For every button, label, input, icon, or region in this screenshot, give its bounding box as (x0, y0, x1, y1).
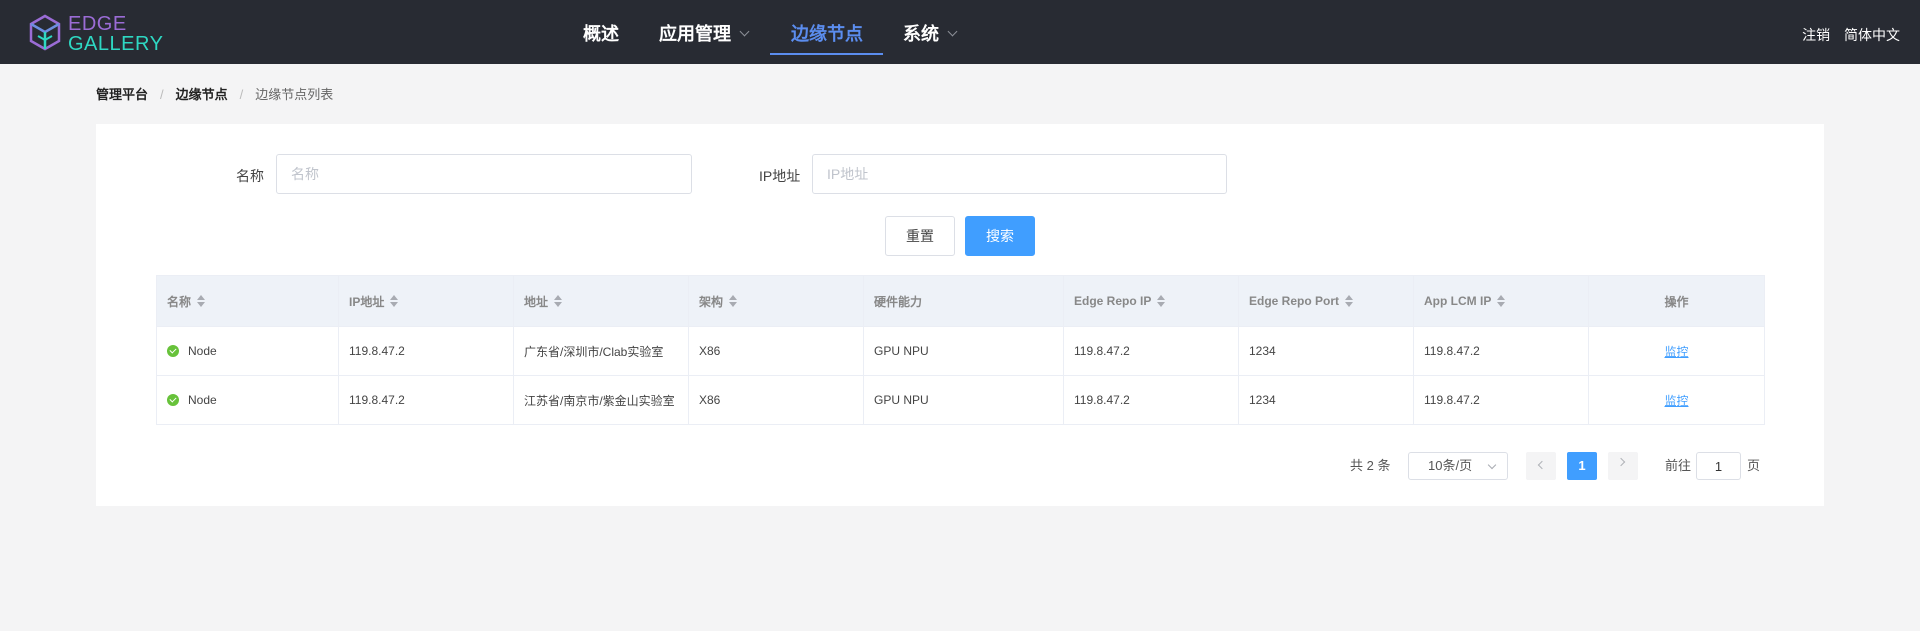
chevron-down-icon (739, 26, 750, 37)
cell-repo-ip: 119.8.47.2 (1064, 376, 1239, 424)
column-header-label: App LCM IP (1424, 294, 1492, 308)
cell-ip: 119.8.47.2 (339, 327, 514, 375)
chevron-down-icon (947, 26, 958, 37)
sort-icon[interactable] (729, 295, 738, 307)
cell-ip: 119.8.47.2 (339, 376, 514, 424)
cell-repo-port: 1234 (1239, 376, 1414, 424)
column-header-label: IP地址 (349, 294, 385, 309)
ip-filter-label: IP地址 (759, 168, 801, 184)
content-card: 名称 IP地址 重置 搜索 名称 IP地址 地址 架构 硬件能力 Edge Re… (96, 124, 1824, 506)
name-filter-input[interactable] (276, 154, 692, 194)
nav-edge-nodes-label: 边缘节点 (791, 24, 863, 44)
column-header-ip[interactable]: IP地址 (339, 276, 514, 326)
cell-arch: X86 (689, 376, 864, 424)
cell-hardware: GPU NPU (864, 327, 1064, 375)
column-header-lcm-ip[interactable]: App LCM IP (1414, 276, 1589, 326)
breadcrumb-separator: / (160, 87, 164, 102)
nav-system[interactable]: 系统 (903, 0, 958, 64)
status-online-icon (167, 345, 179, 357)
column-header-address[interactable]: 地址 (514, 276, 689, 326)
nav-app-management-label: 应用管理 (659, 24, 731, 44)
top-right-actions: 注销 简体中文 (1792, 0, 1900, 64)
reset-button[interactable]: 重置 (885, 216, 955, 256)
column-header-name[interactable]: 名称 (157, 276, 339, 326)
sort-icon[interactable] (197, 295, 206, 307)
cell-lcm-ip: 119.8.47.2 (1414, 376, 1589, 424)
node-name: Node (188, 344, 217, 358)
status-online-icon (167, 394, 179, 406)
page-size-select[interactable]: 10条/页 (1408, 452, 1508, 480)
search-button[interactable]: 搜索 (965, 216, 1035, 256)
column-header-hardware: 硬件能力 (864, 276, 1064, 326)
column-header-label: 地址 (524, 294, 549, 309)
nav-overview-label: 概述 (583, 24, 619, 44)
nav-app-management[interactable]: 应用管理 (659, 0, 750, 64)
column-header-label: 操作 (1664, 294, 1689, 309)
active-nav-indicator (770, 53, 883, 55)
column-header-actions: 操作 (1589, 276, 1765, 326)
language-switch[interactable]: 简体中文 (1844, 27, 1900, 43)
column-header-label: 名称 (167, 294, 192, 309)
sort-icon[interactable] (390, 295, 399, 307)
monitor-link[interactable]: 监控 (1664, 343, 1688, 360)
next-page-button[interactable] (1608, 452, 1638, 480)
table-row: Node 119.8.47.2 江苏省/南京市/紫金山实验室 X86 GPU N… (157, 376, 1765, 425)
goto-prefix: 前往 (1665, 458, 1692, 473)
table-row: Node 119.8.47.2 广东省/深圳市/Clab实验室 X86 GPU … (157, 327, 1765, 376)
column-header-label: Edge Repo IP (1074, 294, 1152, 308)
column-header-label: 架构 (699, 294, 724, 309)
nav-system-label: 系统 (903, 24, 939, 44)
page-size-value: 10条/页 (1428, 458, 1473, 473)
monitor-link[interactable]: 监控 (1664, 392, 1688, 409)
nav-overview[interactable]: 概述 (583, 0, 619, 64)
cell-hardware: GPU NPU (864, 376, 1064, 424)
breadcrumb-separator: / (239, 87, 244, 102)
column-header-repo-ip[interactable]: Edge Repo IP (1064, 276, 1239, 326)
page-number-1[interactable]: 1 (1567, 452, 1597, 480)
chevron-right-icon (1616, 457, 1626, 467)
cell-address: 江苏省/南京市/紫金山实验室 (514, 376, 689, 424)
sort-icon[interactable] (1345, 295, 1354, 307)
cell-actions: 监控 (1589, 376, 1765, 424)
logout-link[interactable]: 注销 (1802, 27, 1830, 43)
cell-actions: 监控 (1589, 327, 1765, 375)
edge-node-table: 名称 IP地址 地址 架构 硬件能力 Edge Repo IP Edge Rep… (156, 275, 1765, 425)
column-header-repo-port[interactable]: Edge Repo Port (1239, 276, 1414, 326)
cell-arch: X86 (689, 327, 864, 375)
cell-address: 广东省/深圳市/Clab实验室 (514, 327, 689, 375)
sort-icon[interactable] (1157, 295, 1166, 307)
top-navigation-bar: EDGE GALLERY 概述 应用管理 边缘节点 系统 注销 简体中文 (0, 0, 1920, 64)
goto-page-input[interactable] (1696, 452, 1741, 480)
column-header-label: 硬件能力 (874, 294, 923, 309)
sort-icon[interactable] (554, 295, 563, 307)
chevron-left-icon (1537, 460, 1547, 470)
table-header-row: 名称 IP地址 地址 架构 硬件能力 Edge Repo IP Edge Rep… (157, 276, 1765, 327)
brand-line-2: GALLERY (68, 33, 164, 55)
prev-page-button[interactable] (1526, 452, 1556, 480)
edgegallery-logo[interactable]: EDGE GALLERY (28, 13, 178, 55)
node-name: Node (188, 393, 217, 407)
brand-line-1: EDGE (68, 13, 127, 35)
ip-filter-input[interactable] (812, 154, 1227, 194)
cube-logo-icon (29, 14, 61, 51)
name-filter-label: 名称 (236, 168, 264, 184)
pagination-total: 共 2 条 (1350, 458, 1391, 473)
goto-suffix: 页 (1747, 458, 1761, 473)
breadcrumb-item-platform[interactable]: 管理平台 (96, 87, 148, 102)
breadcrumb: 管理平台 / 边缘节点 / 边缘节点列表 (96, 84, 333, 103)
column-header-arch[interactable]: 架构 (689, 276, 864, 326)
chevron-down-icon (1487, 460, 1497, 470)
cell-name: Node (157, 327, 339, 375)
cell-name: Node (157, 376, 339, 424)
cell-repo-ip: 119.8.47.2 (1064, 327, 1239, 375)
cell-lcm-ip: 119.8.47.2 (1414, 327, 1589, 375)
breadcrumb-item-edge-nodes[interactable]: 边缘节点 (176, 87, 228, 102)
breadcrumb-item-node-list: 边缘节点列表 (255, 87, 334, 102)
cell-repo-port: 1234 (1239, 327, 1414, 375)
sort-icon[interactable] (1497, 295, 1506, 307)
column-header-label: Edge Repo Port (1249, 294, 1340, 308)
